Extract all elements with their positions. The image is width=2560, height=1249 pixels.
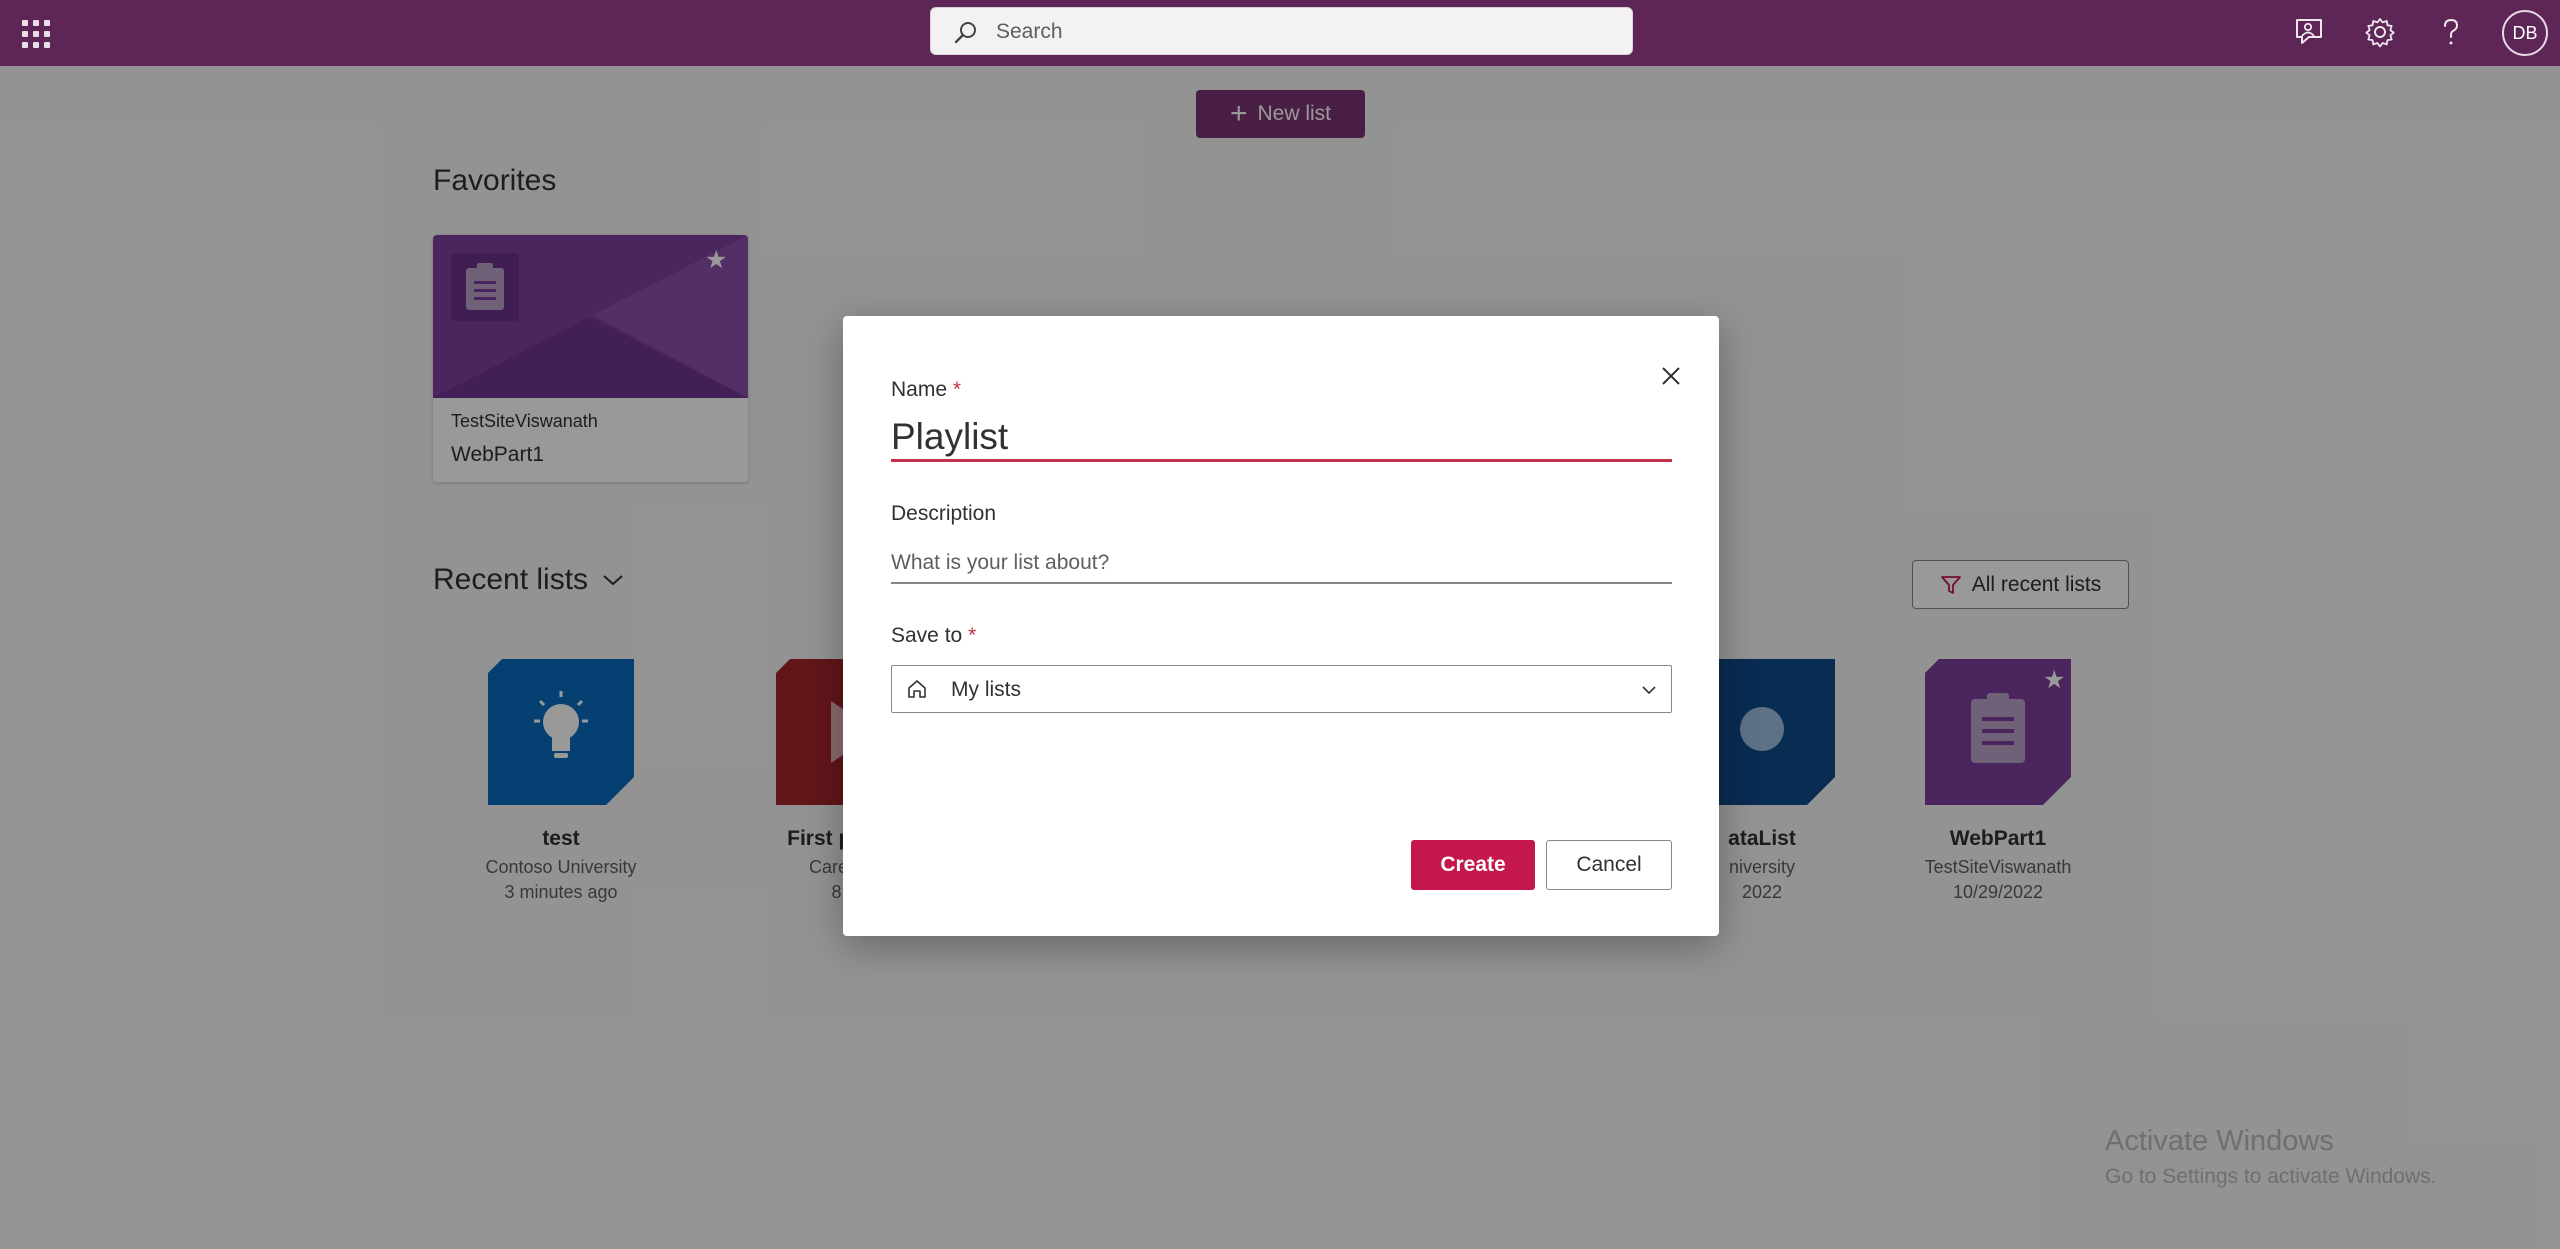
description-input[interactable]: [891, 544, 1672, 584]
required-mark: *: [968, 624, 977, 647]
feedback-icon[interactable]: [2291, 14, 2327, 50]
help-icon[interactable]: [2433, 14, 2469, 50]
chevron-down-icon: [1642, 686, 1656, 695]
create-list-dialog: Name * Description Save to * My lists Cr…: [843, 316, 1719, 936]
save-to-label: Save to *: [891, 624, 976, 648]
close-icon[interactable]: [1655, 360, 1687, 392]
avatar[interactable]: DB: [2502, 10, 2548, 56]
name-input[interactable]: [891, 414, 1672, 462]
save-to-label-text: Save to: [891, 624, 963, 647]
top-bar: Search DB: [0, 0, 2560, 66]
save-to-select[interactable]: My lists: [891, 665, 1672, 713]
cancel-button[interactable]: Cancel: [1546, 840, 1672, 890]
description-label: Description: [891, 502, 997, 525]
name-label-text: Name: [891, 378, 948, 401]
name-label: Name *: [891, 378, 961, 402]
search-box[interactable]: Search: [930, 7, 1633, 55]
search-icon: [954, 22, 976, 44]
create-button[interactable]: Create: [1411, 840, 1535, 890]
home-icon: [908, 680, 926, 698]
save-to-value: My lists: [951, 678, 1021, 701]
required-mark: *: [952, 378, 962, 401]
settings-gear-icon[interactable]: [2362, 14, 2398, 50]
waffle-icon[interactable]: [22, 20, 50, 48]
search-placeholder: Search: [996, 20, 1063, 43]
